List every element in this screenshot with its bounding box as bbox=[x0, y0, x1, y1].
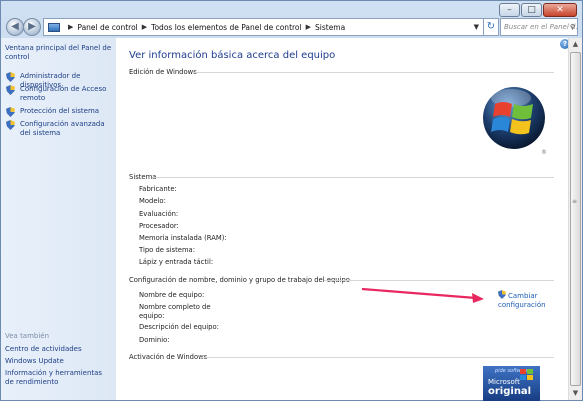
arrow-right-icon: ▶ bbox=[28, 21, 36, 32]
breadcrumb-system[interactable]: Sistema bbox=[315, 23, 345, 32]
computer-name-section-heading: Configuración de nombre, dominio y grupo… bbox=[129, 276, 350, 284]
field-computer-name: Nombre de equipo: bbox=[139, 291, 205, 299]
genuine-badge-line3: original bbox=[488, 386, 532, 397]
control-panel-icon bbox=[48, 22, 60, 32]
search-icon[interactable]: ⚲ bbox=[570, 19, 575, 35]
grip-icon: ≡ bbox=[572, 198, 578, 205]
search-input[interactable]: Buscar en el Panel d... ⚲ bbox=[500, 18, 578, 36]
search-placeholder: Buscar en el Panel d... bbox=[504, 23, 578, 31]
maximize-button[interactable]: □ bbox=[521, 3, 542, 17]
edition-section-heading: Edición de Windows bbox=[129, 68, 197, 76]
navigation-bar: ◀ ▶ ▶ Panel de control ▶ Todos los eleme… bbox=[1, 17, 582, 39]
scroll-up-icon[interactable]: ▲ bbox=[569, 38, 582, 51]
field-ram: Memoria instalada (RAM): bbox=[139, 234, 227, 242]
chevron-down-icon[interactable]: ▼ bbox=[474, 23, 479, 31]
windows-logo: ® bbox=[483, 87, 547, 156]
address-bar[interactable]: ▶ Panel de control ▶ Todos los elementos… bbox=[43, 18, 484, 36]
section-divider bbox=[200, 357, 554, 358]
see-also-windows-update[interactable]: Windows Update bbox=[5, 357, 64, 366]
close-button[interactable]: ✕ bbox=[543, 3, 577, 17]
see-also-performance-tools[interactable]: Información y herramientas de rendimient… bbox=[5, 369, 109, 387]
see-also-heading: Vea también bbox=[5, 332, 50, 340]
back-button[interactable]: ◀ bbox=[6, 18, 24, 36]
chevron-right-icon: ▶ bbox=[305, 23, 311, 31]
sidebar-item-remote-access[interactable]: Configuración de Acceso remoto bbox=[20, 85, 112, 103]
arrow-left-icon: ◀ bbox=[11, 21, 19, 32]
field-model: Modelo: bbox=[139, 197, 166, 205]
forward-button[interactable]: ▶ bbox=[23, 18, 41, 36]
sidebar-home-link[interactable]: Ventana principal del Panel de control bbox=[5, 44, 113, 62]
genuine-microsoft-badge[interactable]: pide software Microsoft original bbox=[483, 366, 540, 401]
vertical-scrollbar[interactable]: ▲ ≡ ▼ bbox=[568, 38, 582, 400]
refresh-button[interactable]: ↻ bbox=[483, 18, 499, 36]
breadcrumb-control-panel[interactable]: Panel de control bbox=[77, 23, 137, 32]
section-divider bbox=[153, 177, 554, 178]
field-domain: Dominio: bbox=[139, 336, 170, 344]
section-divider bbox=[324, 280, 554, 281]
section-divider bbox=[192, 72, 554, 73]
caption-buttons: – □ ✕ bbox=[498, 3, 577, 17]
field-processor: Procesador: bbox=[139, 222, 179, 230]
minimize-button[interactable]: – bbox=[499, 3, 520, 17]
shield-icon bbox=[6, 107, 15, 117]
sidebar-item-system-protection[interactable]: Protección del sistema bbox=[20, 107, 112, 116]
scroll-down-icon[interactable]: ▼ bbox=[569, 387, 582, 400]
genuine-badge-line2: Microsoft bbox=[488, 378, 520, 386]
scrollbar-thumb[interactable] bbox=[570, 52, 581, 386]
field-manufacturer: Fabricante: bbox=[139, 185, 177, 193]
shield-icon bbox=[6, 85, 15, 95]
field-pen-touch: Lápiz y entrada táctil: bbox=[139, 258, 214, 266]
page-title: Ver información básica acerca del equipo bbox=[129, 50, 336, 61]
field-computer-description: Descripción del equipo: bbox=[139, 323, 219, 331]
see-also-action-center[interactable]: Centro de actividades bbox=[5, 345, 82, 354]
sidebar-item-advanced-settings[interactable]: Configuración avanzada del sistema bbox=[20, 120, 112, 138]
breadcrumb-all-items[interactable]: Todos los elementos de Panel de control bbox=[151, 23, 301, 32]
shield-icon bbox=[498, 290, 506, 299]
windows-flag-icon bbox=[520, 369, 533, 380]
chevron-right-icon: ▶ bbox=[141, 23, 148, 31]
shield-icon bbox=[6, 72, 15, 82]
activation-section-heading: Activación de Windows bbox=[129, 353, 208, 361]
refresh-icon: ↻ bbox=[486, 21, 496, 32]
field-full-computer-name: Nombre completo de equipo: bbox=[139, 303, 211, 320]
chevron-right-icon: ▶ bbox=[68, 23, 74, 31]
shield-icon bbox=[6, 120, 15, 130]
svg-text:®: ® bbox=[541, 149, 547, 156]
field-system-type: Tipo de sistema: bbox=[139, 246, 196, 254]
field-rating: Evaluación: bbox=[139, 210, 179, 218]
change-settings-link[interactable]: Cambiar configuración bbox=[498, 290, 566, 310]
